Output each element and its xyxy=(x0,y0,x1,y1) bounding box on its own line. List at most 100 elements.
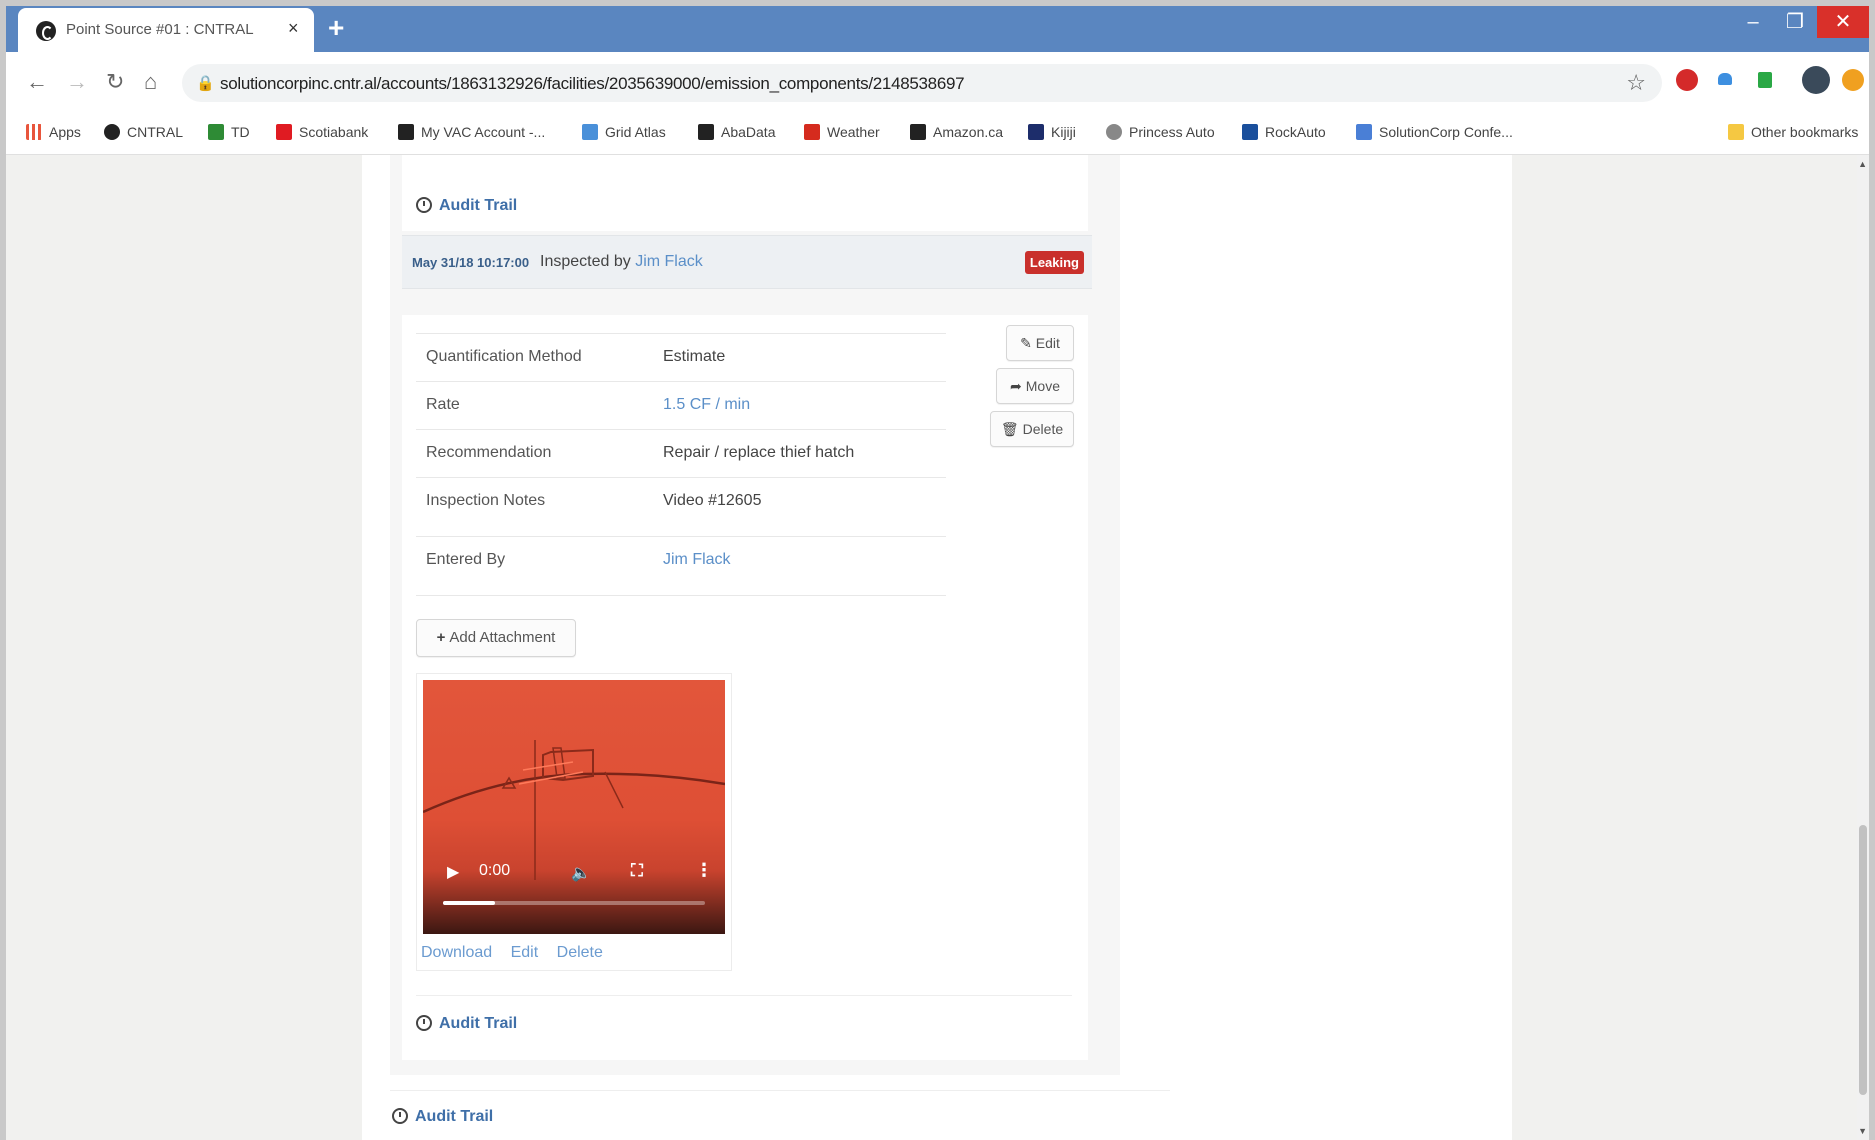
thermal-video-frame xyxy=(423,740,725,880)
bookmark-star-icon[interactable]: ☆ xyxy=(1626,70,1646,96)
forward-icon[interactable]: → xyxy=(66,69,88,95)
grid-atlas-icon xyxy=(582,124,598,140)
kijiji-icon xyxy=(1028,124,1044,140)
bookmark-princess-auto[interactable]: Princess Auto xyxy=(1106,124,1215,140)
inspections-section: Audit Trail May 31/18 10:17:00 Inspected… xyxy=(390,155,1120,1075)
detail-row-entered-by: Entered By Jim Flack xyxy=(416,536,946,596)
previous-inspection-card: Audit Trail xyxy=(402,155,1088,231)
title-bar: Point Source #01 : CNTRAL × + – ❐ ✕ xyxy=(6,6,1869,52)
inspection-audit-trail-link[interactable]: Audit Trail xyxy=(416,1015,517,1033)
video-player[interactable]: ▶ 0:00 🔈 ⛶ ⋮ xyxy=(423,680,725,934)
delete-button[interactable]: 🗑 Delete xyxy=(990,411,1074,447)
inspection-details-table: Quantification Method Estimate Rate 1.5 … xyxy=(416,333,946,596)
lock-icon: 🔒 xyxy=(196,75,215,92)
bookmark-amazon[interactable]: Amazon.ca xyxy=(910,124,1003,140)
vac-icon xyxy=(398,124,414,140)
browser-window: Point Source #01 : CNTRAL × + – ❐ ✕ ← → … xyxy=(6,6,1869,1140)
bookmarks-bar: Apps CNTRAL TD Scotiabank My VAC Account… xyxy=(6,114,1869,155)
reload-icon[interactable]: ↻ xyxy=(106,69,124,95)
add-attachment-button[interactable]: + Add Attachment xyxy=(416,619,576,657)
page-scrollbar[interactable]: ▲ ▼ xyxy=(1857,155,1869,1140)
detail-row-notes: Inspection Notes Video #12605 xyxy=(416,477,946,536)
maple-leaf-icon xyxy=(804,124,820,140)
bookmark-kijiji[interactable]: Kijiji xyxy=(1028,124,1076,140)
url-field[interactable]: 🔒 solutioncorpinc.cntr.al/accounts/18631… xyxy=(182,64,1662,102)
tab-title: Point Source #01 : CNTRAL xyxy=(66,21,254,38)
clock-icon xyxy=(416,1015,432,1031)
clock-icon xyxy=(392,1108,408,1124)
volume-icon[interactable]: 🔈 xyxy=(571,863,591,883)
bookmark-abadata[interactable]: AbaData xyxy=(698,124,775,140)
rate-link[interactable]: 1.5 CF / min xyxy=(663,396,750,414)
scroll-down-icon[interactable]: ▼ xyxy=(1858,1126,1867,1136)
princess-auto-icon xyxy=(1106,124,1122,140)
attachment-card: ▶ 0:00 🔈 ⛶ ⋮ Download Edit Delete xyxy=(416,673,732,971)
page-viewport: Audit Trail May 31/18 10:17:00 Inspected… xyxy=(6,155,1869,1140)
video-time: 0:00 xyxy=(479,862,511,879)
adblock-extension-icon[interactable] xyxy=(1676,69,1698,91)
amazon-icon xyxy=(910,124,926,140)
browser-tab[interactable]: Point Source #01 : CNTRAL × xyxy=(18,8,314,52)
back-icon[interactable]: ← xyxy=(26,69,48,95)
audit-trail-link[interactable]: Audit Trail xyxy=(416,197,517,215)
edit-button[interactable]: ✎ Edit xyxy=(1006,325,1074,361)
inspection-header: May 31/18 10:17:00 Inspected by Jim Flac… xyxy=(402,235,1092,289)
more-options-icon[interactable]: ⋮ xyxy=(695,860,713,881)
bookmark-cntral[interactable]: CNTRAL xyxy=(104,124,183,140)
bookmark-td[interactable]: TD xyxy=(208,124,250,140)
inspection-detail-card: Quantification Method Estimate Rate 1.5 … xyxy=(402,315,1088,1060)
cloud-extension-icon[interactable] xyxy=(1718,73,1732,85)
url-text[interactable]: solutioncorpinc.cntr.al/accounts/1863132… xyxy=(220,74,965,94)
video-progress-bar[interactable] xyxy=(443,901,705,905)
bookmark-rockauto[interactable]: RockAuto xyxy=(1242,124,1326,140)
update-extension-icon[interactable] xyxy=(1842,69,1864,91)
edit-attachment-link[interactable]: Edit xyxy=(511,944,539,961)
video-progress-fill xyxy=(443,901,496,905)
bookmark-vac-account[interactable]: My VAC Account -... xyxy=(398,124,545,140)
fullscreen-icon[interactable]: ⛶ xyxy=(631,861,643,881)
docs-icon xyxy=(1356,124,1372,140)
scroll-up-icon[interactable]: ▲ xyxy=(1858,159,1867,169)
entered-by-link[interactable]: Jim Flack xyxy=(663,551,731,569)
inspected-by: Inspected by Jim Flack xyxy=(540,253,703,270)
folder-icon xyxy=(1728,124,1744,140)
bookmark-scotiabank[interactable]: Scotiabank xyxy=(276,124,368,140)
detail-row-recommendation: Recommendation Repair / replace thief ha… xyxy=(416,429,946,477)
close-window-button[interactable]: ✕ xyxy=(1817,6,1869,38)
tab-close-icon[interactable]: × xyxy=(288,18,299,39)
bookmark-solutioncorp[interactable]: SolutionCorp Confe... xyxy=(1356,124,1513,140)
clock-icon xyxy=(416,197,432,213)
play-icon[interactable]: ▶ xyxy=(447,862,459,882)
home-icon[interactable]: ⌂ xyxy=(144,69,157,95)
rockauto-icon xyxy=(1242,124,1258,140)
bookmark-apps[interactable]: Apps xyxy=(26,124,81,140)
new-tab-button[interactable]: + xyxy=(328,12,344,44)
attachment-links: Download Edit Delete xyxy=(421,944,617,962)
cntral-icon xyxy=(104,124,120,140)
delete-attachment-link[interactable]: Delete xyxy=(557,944,603,961)
scotiabank-icon xyxy=(276,124,292,140)
inspector-link[interactable]: Jim Flack xyxy=(635,253,703,270)
trash-icon: 🗑 xyxy=(1000,421,1019,437)
minimize-button[interactable]: – xyxy=(1735,6,1771,38)
td-icon xyxy=(208,124,224,140)
main-content: Audit Trail May 31/18 10:17:00 Inspected… xyxy=(362,155,1512,1140)
status-badge: Leaking xyxy=(1024,251,1084,274)
move-button[interactable]: ➦ Move xyxy=(996,368,1074,404)
detail-row-quantification: Quantification Method Estimate xyxy=(416,333,946,381)
bookmark-weather[interactable]: Weather xyxy=(804,124,880,140)
inspection-date: May 31/18 10:17:00 xyxy=(412,255,530,270)
green-extension-icon[interactable] xyxy=(1758,72,1772,88)
component-audit-trail-link[interactable]: Audit Trail xyxy=(392,1108,493,1126)
plus-icon: + xyxy=(436,629,446,646)
divider xyxy=(416,995,1072,996)
bookmark-grid-atlas[interactable]: Grid Atlas xyxy=(582,124,666,140)
bookmark-other[interactable]: Other bookmarks xyxy=(1728,124,1858,140)
share-arrow-icon: ➦ xyxy=(1010,378,1022,394)
maximize-button[interactable]: ❐ xyxy=(1777,6,1813,38)
detail-row-rate: Rate 1.5 CF / min xyxy=(416,381,946,429)
download-link[interactable]: Download xyxy=(421,944,492,961)
scroll-thumb[interactable] xyxy=(1859,825,1867,1095)
pencil-icon: ✎ xyxy=(1020,335,1032,351)
profile-avatar-icon[interactable] xyxy=(1802,66,1830,94)
